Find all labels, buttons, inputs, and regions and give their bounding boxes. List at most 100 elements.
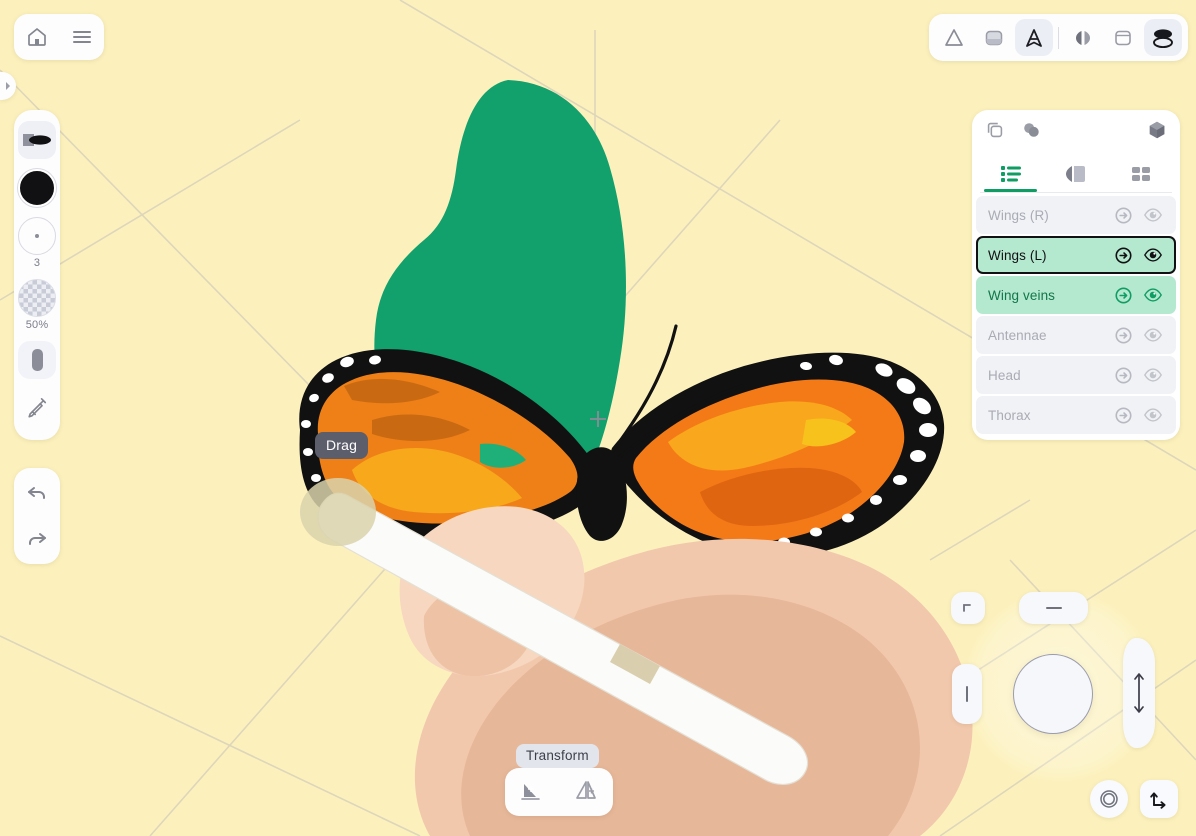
layer-row[interactable]: Wings (R) (976, 196, 1176, 234)
topleft-toolbar (14, 14, 104, 60)
brush-tool[interactable] (18, 121, 56, 159)
home-button[interactable] (18, 19, 56, 56)
color-swatch-black[interactable] (18, 169, 56, 207)
toolbar-divider (1058, 26, 1059, 49)
symmetry-tool-button[interactable] (1064, 19, 1102, 56)
target-circles-icon (1100, 790, 1118, 808)
left-tool-rail: 3 50% (14, 110, 60, 440)
hand-with-stylus (300, 478, 973, 836)
vertical-guide-button[interactable] (952, 664, 982, 724)
layer-enter-button[interactable] (1108, 246, 1138, 265)
flip-horizontal-button[interactable] (573, 777, 599, 808)
layer-visibility-toggle[interactable] (1138, 406, 1168, 424)
radial-puck-center[interactable] (1013, 654, 1093, 734)
layer-row[interactable]: Head (976, 356, 1176, 394)
axis-transform-button[interactable] (1140, 780, 1178, 818)
eyedropper-tool[interactable] (18, 389, 56, 427)
cube-3d-icon (1149, 121, 1165, 138)
mirror-symmetry-icon (1076, 30, 1090, 45)
duplicate-layer-button[interactable] (984, 119, 1006, 146)
layer-name: Thorax (988, 407, 1031, 423)
layer-enter-button[interactable] (1108, 326, 1138, 345)
flip-vertical-icon (521, 783, 540, 800)
layers-panel-tabs (972, 154, 1180, 192)
hamburger-menu-icon (72, 31, 91, 43)
home-icon (27, 28, 46, 46)
layer-visibility-toggle[interactable] (1138, 206, 1168, 224)
undo-redo-panel (14, 468, 60, 564)
layer-enter-button[interactable] (1108, 366, 1138, 385)
grid-icon (1132, 167, 1151, 181)
record-button[interactable] (1090, 780, 1128, 818)
rounded-rect-outline-icon (1115, 30, 1131, 45)
eraser-tool[interactable] (18, 341, 56, 379)
layer-enter-button[interactable] (1108, 206, 1138, 225)
tab-active-underline (984, 189, 1038, 192)
layers-panel: Wings (R) Wings (L) Wing veins Antennae Head… (972, 110, 1180, 440)
pointer-a-tool-button[interactable] (1015, 19, 1053, 56)
flip-vertical-button[interactable] (519, 777, 545, 808)
redo-button[interactable] (20, 522, 54, 556)
corner-snap-button[interactable] (951, 592, 985, 624)
eyedropper-icon (28, 398, 47, 418)
enter-arrow-icon (1114, 206, 1132, 224)
eye-icon (1144, 408, 1162, 422)
frame-tool-button[interactable] (1104, 19, 1142, 56)
layer-enter-button[interactable] (1108, 286, 1138, 305)
butterfly-right-wing (610, 352, 945, 558)
tab-grid[interactable] (1109, 156, 1174, 192)
layer-enter-button[interactable] (1108, 406, 1138, 425)
layer-row[interactable]: Antennae (976, 316, 1176, 354)
color-swatch[interactable] (18, 169, 56, 207)
chevron-right-icon (6, 82, 10, 90)
layer-name: Antennae (988, 327, 1047, 343)
merge-layers-button[interactable] (1020, 119, 1042, 146)
layer-row[interactable]: Wings (L) (976, 236, 1176, 274)
corner-icon (963, 604, 971, 612)
menu-button[interactable] (63, 19, 101, 56)
pointer-a-icon (1026, 28, 1042, 47)
layers-stack-icon (1153, 28, 1173, 48)
opacity-checker-icon[interactable] (18, 279, 56, 317)
layer-visibility-toggle[interactable] (1138, 246, 1168, 264)
eyedropper-pill[interactable] (18, 389, 56, 427)
cube-3d-button[interactable] (1146, 119, 1168, 146)
rounded-square-half-fill-icon (985, 30, 1003, 45)
tab-shapes[interactable] (1043, 156, 1108, 192)
drag-tooltip: Drag (315, 432, 369, 459)
layer-visibility-toggle[interactable] (1138, 326, 1168, 344)
shapes-icon (1065, 166, 1085, 182)
undo-button[interactable] (20, 476, 54, 510)
shape-fill-tool-button[interactable] (975, 19, 1013, 56)
transform-toolbar (505, 768, 613, 816)
redo-arrow-icon (29, 533, 46, 545)
layers-panel-header (972, 110, 1180, 154)
tab-layers[interactable] (978, 156, 1043, 192)
enter-arrow-icon (1114, 286, 1132, 304)
layer-visibility-toggle[interactable] (1138, 286, 1168, 304)
layers-tool-button[interactable] (1144, 19, 1182, 56)
vertical-scale-button[interactable] (1123, 638, 1155, 748)
shape-triangle-tool-button[interactable] (935, 19, 973, 56)
layer-name: Wings (L) (988, 247, 1047, 263)
opacity-control[interactable]: 50% (18, 279, 56, 331)
eye-icon (1144, 328, 1162, 342)
top-right-toolbar (929, 14, 1188, 61)
enter-arrow-icon (1114, 246, 1132, 264)
brush-tool-pill[interactable] (18, 121, 56, 159)
layer-visibility-toggle[interactable] (1138, 366, 1168, 384)
brush-size-dot-icon[interactable] (18, 217, 56, 255)
axis-arrows-icon (1150, 792, 1166, 809)
vertical-line-icon (966, 686, 968, 702)
duplicate-icon (987, 122, 1003, 137)
eye-icon (1144, 368, 1162, 382)
layer-row[interactable]: Thorax (976, 396, 1176, 434)
horizontal-guide-button[interactable] (1019, 592, 1088, 624)
brush-size-control[interactable]: 3 (18, 217, 56, 269)
layer-row[interactable]: Wing veins (976, 276, 1176, 314)
transform-tooltip: Transform (516, 744, 599, 768)
drawing-app-root: 3 50% Wings (R) Wings (L) Wing veins Ant… (0, 0, 1196, 836)
brush-size-value: 3 (33, 257, 41, 269)
eraser-icon[interactable] (18, 341, 56, 379)
flip-horizontal-icon (576, 780, 596, 799)
